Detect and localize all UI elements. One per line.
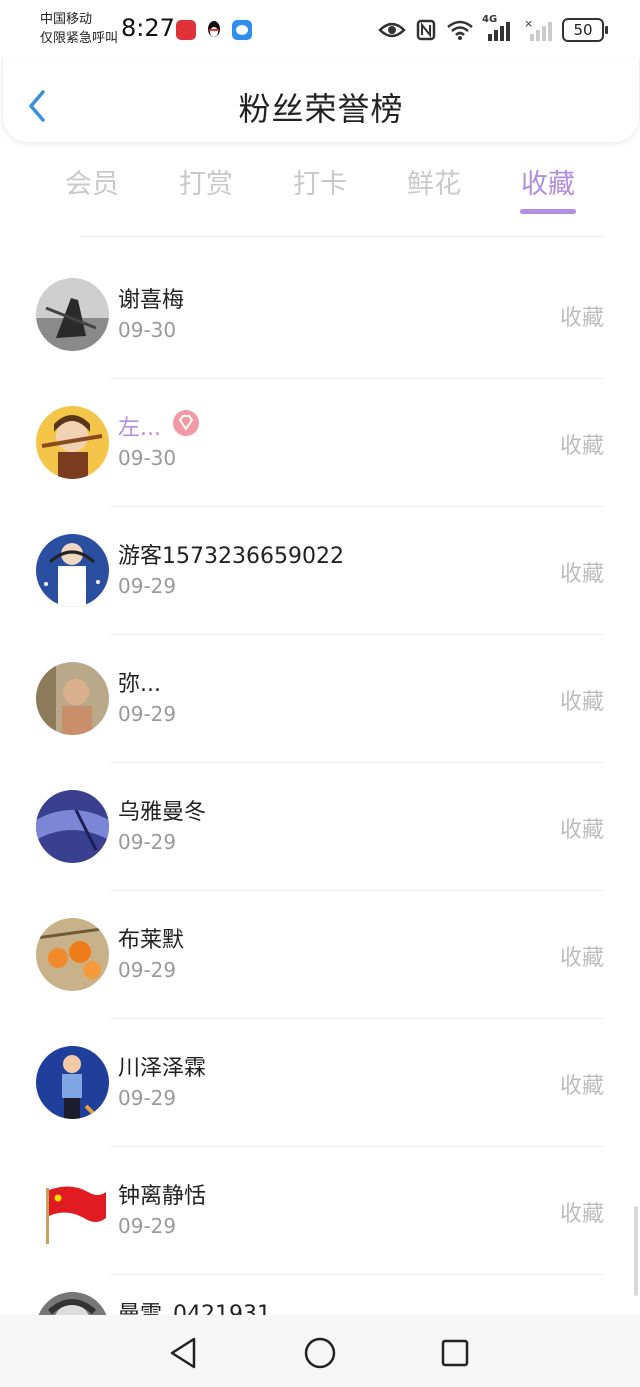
- tab-check-in[interactable]: 打卡: [263, 162, 377, 201]
- status-icons: 4G × 50: [378, 14, 608, 46]
- list-item[interactable]: 曼雪_0421931: [0, 1274, 640, 1315]
- fan-name: 游客1573236659022: [118, 544, 344, 569]
- tab-tips[interactable]: 打赏: [149, 162, 263, 201]
- list-item[interactable]: 游客1573236659022 09-29 收藏: [0, 506, 640, 634]
- list-item[interactable]: 弥... 09-29 收藏: [0, 634, 640, 762]
- fan-name: 布莱默: [118, 928, 185, 953]
- fan-action-label: 收藏: [559, 690, 604, 715]
- fan-date: 09-29: [118, 702, 177, 726]
- avatar: [36, 534, 109, 607]
- app-header: 粉丝荣誉榜: [2, 58, 640, 143]
- fan-date: 09-29: [118, 574, 177, 598]
- battery-indicator: 50: [562, 18, 608, 42]
- scrollbar[interactable]: [634, 1206, 638, 1296]
- fan-name: 川泽泽霖: [118, 1056, 207, 1081]
- tab-favorites[interactable]: 收藏: [491, 162, 605, 201]
- fan-action-label: 收藏: [559, 562, 604, 587]
- qq-icon: [204, 20, 224, 40]
- wifi-icon: [447, 20, 473, 40]
- svg-text:×: ×: [524, 18, 533, 30]
- list-item[interactable]: 钟离静恬 09-29 收藏: [0, 1146, 640, 1274]
- vip-diamond-icon: [173, 410, 199, 436]
- status-bar: 中国移动 仅限紧急呼叫 8:27 4G × 50: [0, 0, 640, 58]
- avatar: [36, 918, 109, 991]
- fan-action-label: 收藏: [559, 946, 604, 971]
- fan-name: 谢喜梅: [118, 288, 185, 313]
- list-item[interactable]: 川泽泽霖 09-29 收藏: [0, 1018, 640, 1146]
- avatar: [36, 662, 109, 735]
- page-title: 粉丝荣誉榜: [238, 90, 404, 128]
- huawei-app-icon: [176, 20, 196, 40]
- avatar: [36, 406, 109, 479]
- avatar: [36, 790, 109, 863]
- no-signal-icon: ×: [524, 18, 552, 41]
- fan-date: 09-30: [118, 318, 177, 342]
- fan-date: 09-29: [118, 830, 177, 854]
- home-circle-icon[interactable]: [300, 1333, 340, 1373]
- recents-square-icon[interactable]: [435, 1333, 475, 1373]
- fan-name: 左...: [118, 416, 161, 441]
- nfc-icon: [416, 19, 436, 41]
- carrier-name: 中国移动: [40, 12, 93, 27]
- tab-bar: 会员 打赏 打卡 鲜花 收藏: [35, 162, 605, 222]
- fan-date: 09-29: [118, 958, 177, 982]
- fan-name: 弥...: [118, 672, 161, 697]
- list-item[interactable]: 乌雅曼冬 09-29 收藏: [0, 762, 640, 890]
- fan-action-label: 收藏: [559, 818, 604, 843]
- fan-action-label: 收藏: [559, 1074, 604, 1099]
- fan-date: 09-29: [118, 1086, 177, 1110]
- fan-name: 乌雅曼冬: [118, 800, 207, 825]
- list-item[interactable]: 左... 09-30 收藏: [0, 378, 640, 506]
- fan-name: 钟离静恬: [118, 1184, 207, 1209]
- system-navigation-bar: [0, 1315, 640, 1387]
- fan-date: 09-29: [118, 1214, 177, 1238]
- active-tab-indicator: [520, 209, 576, 214]
- fan-name: 曼雪_0421931: [118, 1302, 271, 1315]
- signal-4g-icon: 4G: [482, 14, 514, 42]
- fan-date: 09-30: [118, 446, 177, 470]
- avatar: [36, 1292, 109, 1315]
- fan-action-label: 收藏: [559, 1202, 604, 1227]
- tab-membership[interactable]: 会员: [35, 162, 149, 201]
- message-app-icon: [232, 20, 252, 40]
- carrier-info: 中国移动 仅限紧急呼叫: [40, 10, 118, 48]
- eye-icon: [378, 22, 406, 38]
- tab-flowers[interactable]: 鲜花: [377, 162, 491, 201]
- clock: 8:27: [121, 14, 175, 42]
- flag-avatar: [36, 1174, 109, 1247]
- emergency-only-text: 仅限紧急呼叫: [40, 31, 119, 46]
- list-item[interactable]: 布莱默 09-29 收藏: [0, 890, 640, 1018]
- list-item[interactable]: 谢喜梅 09-30 收藏: [0, 250, 640, 378]
- back-triangle-icon[interactable]: [164, 1333, 204, 1373]
- fan-action-label: 收藏: [559, 306, 604, 331]
- avatar: [36, 1046, 109, 1119]
- avatar: [36, 278, 109, 351]
- list-top-divider: [80, 236, 604, 237]
- fan-action-label: 收藏: [559, 434, 604, 459]
